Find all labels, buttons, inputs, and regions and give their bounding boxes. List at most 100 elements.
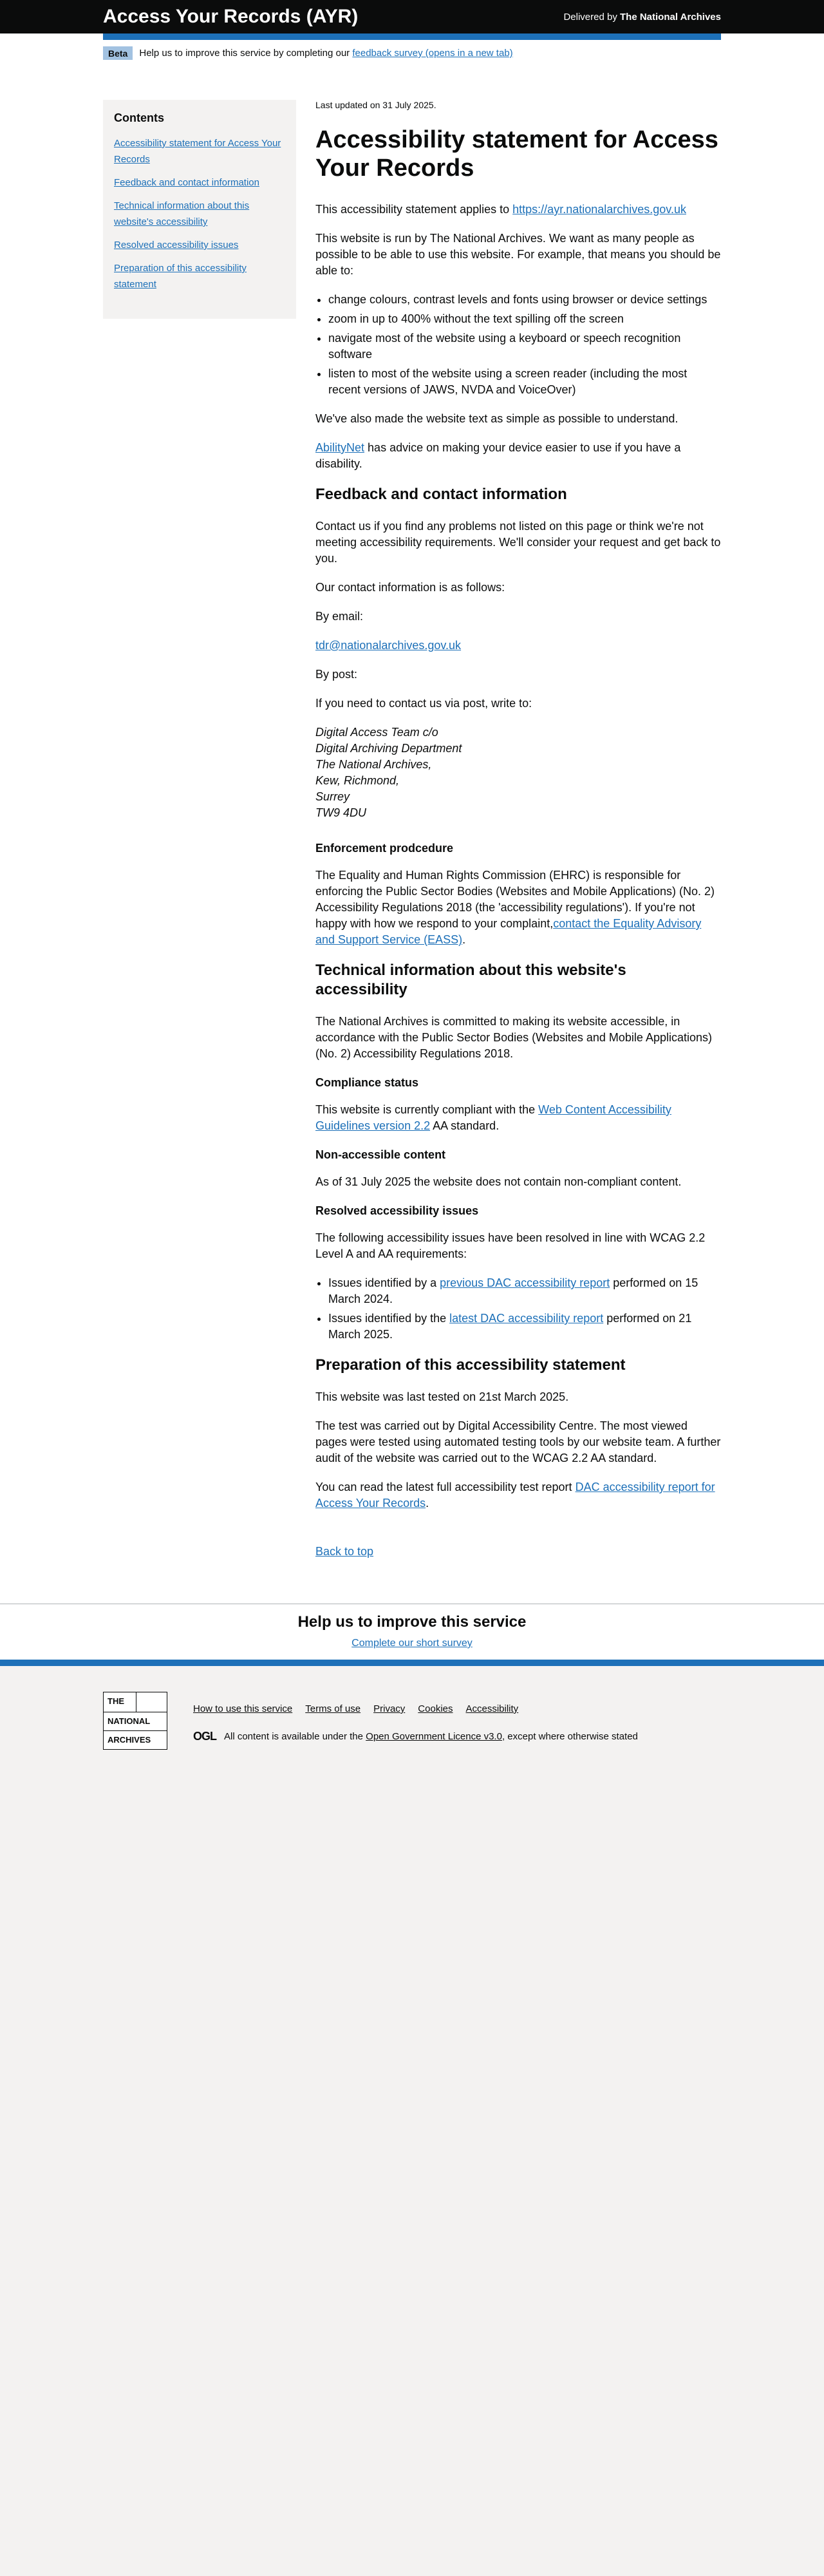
header-inner: Access Your Records (AYR) Delivered by T… — [103, 0, 721, 33]
contents-item: Feedback and contact information — [114, 175, 286, 191]
applies-paragraph: This accessibility statement applies to … — [315, 202, 721, 218]
by-post-label: By post: — [315, 668, 358, 681]
carried-paragraph: The test was carried out by Digital Acce… — [315, 1419, 721, 1464]
address-line: Digital Access Team c/o — [315, 726, 438, 739]
abilitynet-link[interactable]: AbilityNet — [315, 441, 364, 454]
contents-item: Accessibility statement for Access Your … — [114, 135, 286, 167]
footer-inner: THE NATIONAL ARCHIVES How to use this se… — [103, 1692, 721, 1750]
abilitynet-text: has advice on making your device easier … — [315, 441, 681, 470]
post-intro-paragraph: If you need to contact us via post, writ… — [315, 697, 532, 710]
short-survey-link[interactable]: Complete our short survey — [351, 1638, 473, 1649]
back-to-top-link[interactable]: Back to top — [315, 1545, 373, 1558]
logo-box — [136, 1692, 167, 1712]
beta-text: Help us to improve this service by compl… — [139, 48, 512, 59]
footer-links: How to use this service Terms of use Pri… — [193, 1703, 638, 1714]
by-email-label: By email: — [315, 610, 364, 623]
email-paragraph: tdr@nationalarchives.gov.uk — [315, 638, 721, 654]
contents-link-feedback[interactable]: Feedback and contact information — [114, 177, 259, 188]
ayr-site-link[interactable]: https://ayr.nationalarchives.gov.uk — [512, 203, 686, 216]
phase-banner: Beta Help us to improve this service by … — [103, 40, 721, 68]
contents-item: Preparation of this accessibility statem… — [114, 260, 286, 292]
footer-link-privacy[interactable]: Privacy — [373, 1703, 405, 1714]
list-item: Issues identified by a previous DAC acce… — [328, 1275, 721, 1307]
site-header: Access Your Records (AYR) Delivered by T… — [0, 0, 824, 33]
contents-box: Contents Accessibility statement for Acc… — [103, 100, 296, 319]
nonaccessible-paragraph: As of 31 July 2025 the website does not … — [315, 1175, 682, 1188]
logo-row: THE — [104, 1692, 167, 1712]
white-area: Beta Help us to improve this service by … — [0, 33, 824, 1660]
footer-link-cookies[interactable]: Cookies — [418, 1703, 453, 1714]
delivered-by: Delivered by The National Archives — [563, 12, 721, 23]
contents-link-resolved[interactable]: Resolved accessibility issues — [114, 240, 238, 251]
footer-link-how-to-use[interactable]: How to use this service — [193, 1703, 292, 1714]
main-content: Last updated on 31 July 2025. Accessibil… — [315, 100, 721, 1573]
address-line: Digital Archiving Department — [315, 742, 462, 755]
contents-item: Resolved accessibility issues — [114, 237, 286, 253]
licence-prefix: All content is available under the — [224, 1731, 363, 1742]
list-item: zoom in up to 400% without the text spil… — [328, 311, 721, 327]
enforcement-heading: Enforcement prodcedure — [315, 842, 454, 855]
beta-tag: Beta — [103, 46, 133, 60]
licence-row: OGL All content is available under the O… — [193, 1730, 638, 1743]
list-item: change colours, contrast levels and font… — [328, 292, 721, 308]
site-footer: THE NATIONAL ARCHIVES How to use this se… — [0, 1666, 824, 1776]
contents-item: Technical information about this website… — [114, 198, 286, 230]
compliance-suffix: AA standard. — [433, 1119, 500, 1132]
page-body: Contents Accessibility statement for Acc… — [103, 68, 721, 1604]
feedback-heading: Feedback and contact information — [315, 486, 567, 503]
footer-link-terms[interactable]: Terms of use — [305, 1703, 360, 1714]
abilitynet-paragraph: AbilityNet has advice on making your dev… — [315, 440, 721, 472]
national-archives-logo[interactable]: THE NATIONAL ARCHIVES — [103, 1692, 167, 1750]
email-link[interactable]: tdr@nationalarchives.gov.uk — [315, 639, 461, 652]
last-updated: Last updated on 31 July 2025. — [315, 100, 436, 110]
delivered-org: The National Archives — [620, 11, 721, 23]
simple-text-paragraph: We've also made the website text as simp… — [315, 412, 679, 425]
feedback-title: Help us to improve this service — [297, 1613, 527, 1631]
latest-report-link[interactable]: latest DAC accessibility report — [449, 1312, 603, 1325]
address-line: Kew, Richmond, — [315, 774, 400, 787]
contents-link-statement[interactable]: Accessibility statement for Access Your … — [114, 138, 281, 165]
ogl-licence-link[interactable]: Open Government Licence v3.0 — [366, 1731, 502, 1742]
compliance-heading: Compliance status — [315, 1076, 419, 1089]
contents-list: Accessibility statement for Access Your … — [114, 135, 286, 292]
resolved-prefix: Issues identified by the — [328, 1312, 447, 1325]
licence-suffix: , except where otherwise stated — [501, 1731, 638, 1742]
logo-line: NATIONAL — [104, 1712, 167, 1730]
contents-title: Contents — [114, 111, 164, 124]
resolved-prefix: Issues identified by a — [328, 1276, 437, 1289]
postal-address: Digital Access Team c/o Digital Archivin… — [315, 724, 721, 821]
header-accent-bar — [103, 33, 721, 40]
technical-paragraph: The National Archives is committed to ma… — [315, 1015, 712, 1060]
run-by-paragraph: This website is run by The National Arch… — [315, 232, 721, 277]
footer-link-accessibility[interactable]: Accessibility — [466, 1703, 519, 1714]
address-line: TW9 4DU — [315, 806, 367, 819]
contents-link-preparation[interactable]: Preparation of this accessibility statem… — [114, 263, 247, 290]
delivered-prefix: Delivered by — [563, 11, 617, 23]
previous-report-link[interactable]: previous DAC accessibility report — [440, 1276, 610, 1289]
report-paragraph: You can read the latest full accessibili… — [315, 1481, 715, 1510]
back-to-top-paragraph: Back to top — [315, 1544, 721, 1560]
applies-prefix: This accessibility statement applies to — [315, 203, 510, 216]
address-line: The National Archives, — [315, 758, 432, 771]
resolved-paragraph: The following accessibility issues have … — [315, 1231, 706, 1260]
list-item: Issues identified by the latest DAC acce… — [328, 1311, 721, 1343]
contact-paragraph: Contact us if you find any problems not … — [315, 520, 721, 565]
footer-right: How to use this service Terms of use Pri… — [193, 1692, 638, 1743]
logo-line: ARCHIVES — [104, 1730, 167, 1749]
nonaccessible-heading: Non-accessible content — [315, 1148, 446, 1161]
list-item: navigate most of the website using a key… — [328, 330, 721, 363]
abilities-list: change colours, contrast levels and font… — [328, 292, 721, 398]
contents-link-technical[interactable]: Technical information about this website… — [114, 200, 249, 227]
service-name-link[interactable]: Access Your Records (AYR) — [103, 6, 358, 28]
beta-text-prefix: Help us to improve this service by compl… — [139, 48, 350, 59]
technical-heading: Technical information about this website… — [315, 961, 626, 998]
licence-text: All content is available under the Open … — [224, 1731, 638, 1742]
feedback-survey-link[interactable]: feedback survey (opens in a new tab) — [352, 48, 512, 59]
ogl-logo-icon: OGL — [193, 1730, 217, 1743]
resolved-list: Issues identified by a previous DAC acce… — [328, 1275, 721, 1343]
resolved-heading: Resolved accessibility issues — [315, 1204, 479, 1217]
report-prefix: You can read the latest full accessibili… — [315, 1481, 572, 1493]
compliance-prefix: This website is currently compliant with… — [315, 1103, 536, 1116]
sidebar: Contents Accessibility statement for Acc… — [103, 100, 296, 1573]
enforcement-paragraph: The Equality and Human Rights Commission… — [315, 869, 715, 946]
